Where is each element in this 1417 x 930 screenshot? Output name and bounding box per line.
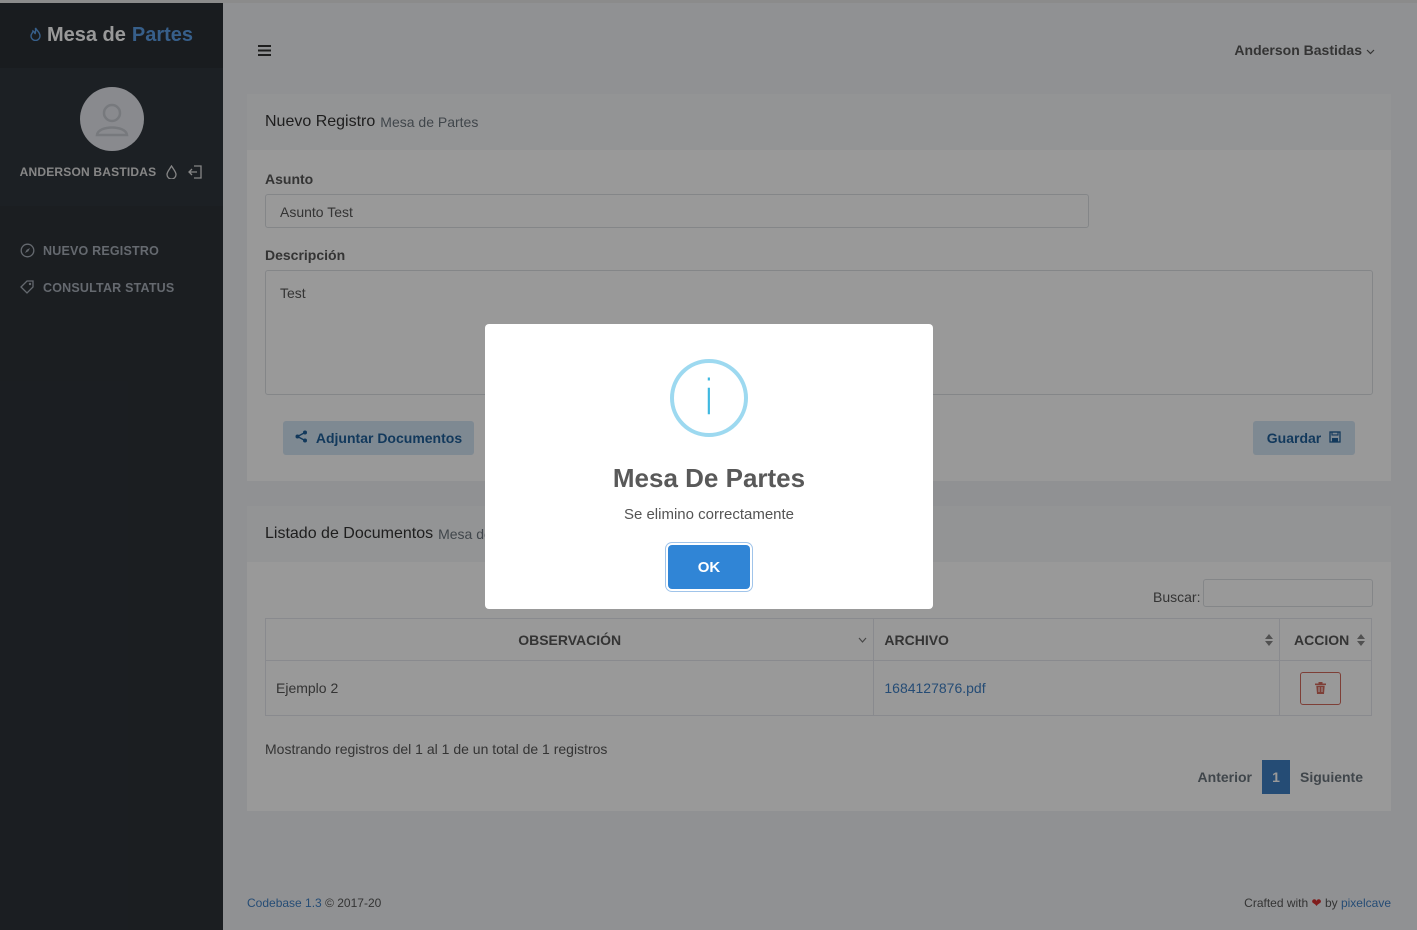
info-icon: i	[670, 359, 748, 437]
dialog-message: Se elimino correctamente	[623, 506, 795, 523]
ok-button[interactable]: OK	[668, 545, 750, 589]
alert-dialog: i Mesa De Partes Se elimino correctament…	[485, 324, 933, 609]
dialog-title: Mesa De Partes	[612, 463, 806, 493]
